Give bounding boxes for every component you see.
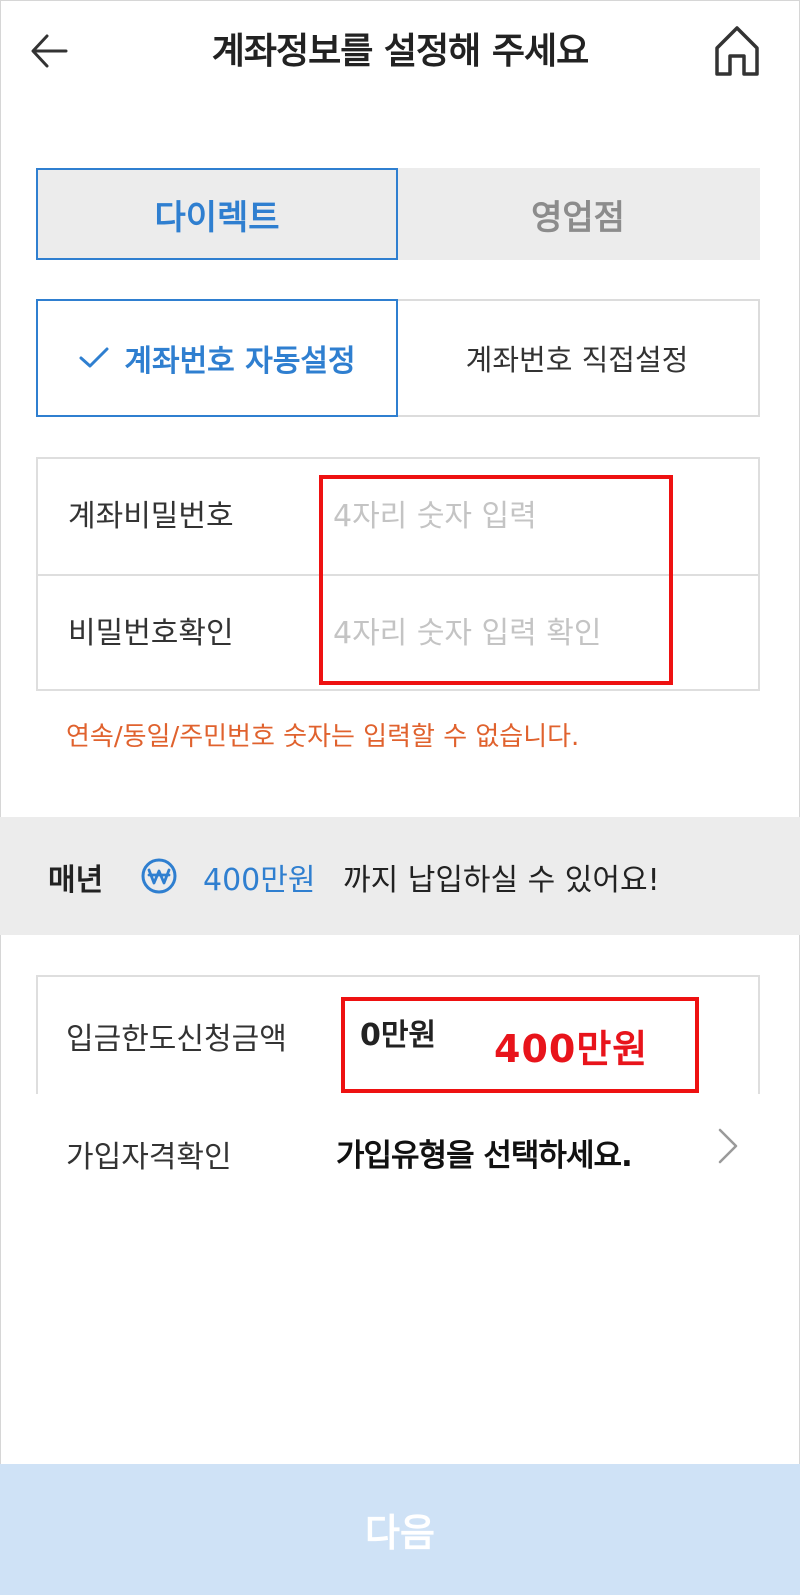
limit-amount: 400만원 xyxy=(203,863,316,898)
home-icon[interactable] xyxy=(712,24,762,78)
password-input[interactable] xyxy=(333,481,713,551)
page-title: 계좌정보를 설정해 주세요 xyxy=(211,31,589,72)
eligibility-label: 가입자격확인 xyxy=(66,1140,232,1175)
account-auto-label: 계좌번호 자동설정 xyxy=(124,344,356,379)
deposit-limit-annotation: 400만원 xyxy=(494,1027,649,1071)
password-row: 계좌비밀번호 xyxy=(38,459,758,574)
password-label: 계좌비밀번호 xyxy=(68,499,234,534)
tab-direct[interactable]: 다이렉트 xyxy=(36,168,398,260)
limit-suffix: 까지 납입하실 수 있어요! xyxy=(343,863,660,898)
won-coin-icon xyxy=(141,858,177,894)
password-confirm-row: 비밀번호확인 xyxy=(38,574,758,691)
chevron-right-icon[interactable] xyxy=(716,1126,740,1166)
limit-notice-band: 매년 400만원 까지 납입하실 수 있어요! xyxy=(0,817,800,935)
deposit-limit-value[interactable]: 0만원 xyxy=(360,1010,436,1054)
password-confirm-label: 비밀번호확인 xyxy=(68,616,234,651)
limit-prefix: 매년 xyxy=(48,863,104,898)
account-auto-option[interactable]: 계좌번호 자동설정 xyxy=(36,299,398,417)
tab-branch[interactable]: 영업점 xyxy=(396,168,760,260)
eligibility-select[interactable]: 가입유형을 선택하세요. xyxy=(336,1130,633,1175)
deposit-limit-label: 입금한도신청금액 xyxy=(66,1022,287,1057)
password-form: 계좌비밀번호 비밀번호확인 xyxy=(36,457,760,691)
account-manual-option[interactable]: 계좌번호 직접설정 xyxy=(396,299,760,417)
checkmark-icon xyxy=(79,347,109,368)
header: 계좌정보를 설정해 주세요 xyxy=(0,0,800,105)
next-button[interactable]: 다음 xyxy=(0,1464,800,1595)
password-warning: 연속/동일/주민번호 숫자는 입력할 수 없습니다. xyxy=(66,722,580,752)
password-confirm-input[interactable] xyxy=(333,598,713,668)
